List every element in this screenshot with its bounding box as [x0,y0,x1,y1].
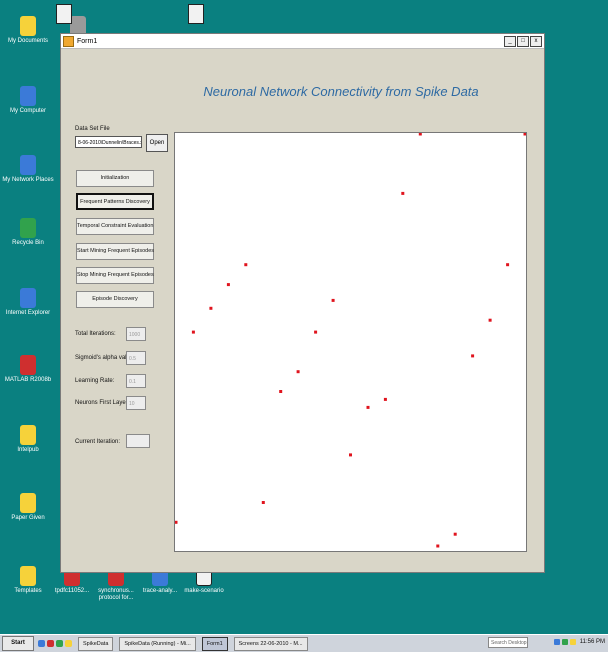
desktop-icon-label: Paper Given [11,515,45,521]
sigmoid-alpha-input[interactable]: 0.5 [126,351,146,365]
maximize-button[interactable]: □ [517,35,529,47]
desktop-icon-label: Internet Explorer [5,310,51,316]
desktop-icon[interactable]: MATLAB R2008b [0,355,56,384]
minimize-button[interactable]: _ [504,35,516,47]
desktop-icon[interactable]: Intelpub [0,425,56,454]
desktop-item-icon [20,425,36,445]
spike-point [453,532,457,536]
desktop-icon-label: MATLAB R2008b [4,377,52,383]
desktop-item-icon [20,493,36,513]
folder-icon[interactable] [65,640,72,647]
app-icon[interactable] [47,640,54,647]
neurons-first-layer-input[interactable]: 10 [126,396,146,410]
spike-point [418,133,422,136]
desktop-icon-label: My Documents [7,38,48,44]
spike-point [279,390,283,393]
taskbar-item-spikedata[interactable]: SpikeData [78,636,114,651]
show-desktop-icon[interactable] [56,640,63,647]
spike-point [523,133,526,136]
spike-point [261,501,265,504]
data-set-file-label: Data Set File [75,126,110,132]
desktop-top-icon[interactable] [188,4,204,24]
quick-launch [38,640,72,647]
desktop-icon[interactable]: Internet Explorer [0,288,56,317]
desktop-item-icon [20,86,36,106]
current-iteration-label: Current Iteration: [75,439,121,445]
taskbar: Start SpikeData SpikeData (Running) - Mi… [0,634,608,652]
spike-plot-area [174,132,527,552]
learning-rate-input[interactable]: 0.1 [126,374,146,388]
desktop-item-icon [20,288,36,308]
spike-point [401,191,405,195]
frequent-patterns-discovery-button[interactable]: Frequent Patterns Discovery [76,193,154,210]
desktop-item-icon [20,16,36,36]
close-button[interactable]: x [530,35,542,47]
spike-point [436,544,440,548]
spike-point [296,370,300,374]
desktop-top-icon[interactable] [56,4,72,24]
desktop-icon-label: trace-analy... [142,588,178,594]
desktop-icon-label: Intelpub [17,447,39,453]
desktop-search-input[interactable]: Search Desktop [488,637,528,648]
desktop-icon[interactable]: My Documents [0,16,56,45]
desktop-icon[interactable]: Recycle Bin [0,218,56,247]
taskbar-item-screens[interactable]: Screens 22-06-2010 - M... [233,636,308,651]
desktop-item-icon [20,355,36,375]
window-titlebar[interactable]: Form1 _ □ x [61,34,544,49]
page-title: Neuronal Network Connectivity from Spike… [203,84,479,99]
system-tray [554,639,576,645]
desktop-item-icon [20,218,36,238]
clock: 11:56 PM [579,639,605,645]
spike-point [349,453,352,457]
desktop-icon[interactable]: My Computer [0,86,56,115]
security-icon[interactable] [570,639,576,645]
start-button[interactable]: Start [2,636,34,651]
window-title: Form1 [77,37,98,45]
taskbar-item-spikedata-running[interactable]: SpikeData (Running) - Mi... [119,636,196,651]
spike-point [244,263,248,267]
desktop-icon-label: Recycle Bin [12,240,44,246]
spike-point [331,298,335,302]
desktop-icon-label: Templates [14,588,42,594]
learning-rate-label: Learning Rate: [75,378,115,384]
spike-point [471,354,475,358]
desktop-icon-label: synchronus... protocol for... [98,588,134,601]
spike-point [209,306,213,310]
form1-window: Form1 _ □ x Neuronal Network Connectivit… [60,33,545,573]
spike-point [175,520,178,524]
desktop-icon-label: tpdfc11052... [54,588,90,594]
episode-discovery-button[interactable]: Episode Discovery [76,291,154,308]
spike-point [226,283,230,287]
initialization-button[interactable]: Initialization [76,170,154,187]
spike-point [191,330,195,334]
data-set-file-input[interactable]: 8-06-2010\Dunnelin\Braces.xlsx [75,136,142,148]
spike-point [366,405,370,409]
desktop-icon-label: My Network Places [2,177,54,183]
start-mining-button[interactable]: Start Mining Frequent Episodes [76,243,154,260]
spike-point [314,330,318,334]
current-iteration-input[interactable] [126,434,150,448]
taskbar-item-form1[interactable]: Form1 [201,636,228,651]
neurons-first-layer-label: Neurons First Layer: [75,400,130,406]
window-controls: _ □ x [504,35,542,47]
volume-icon[interactable] [562,639,568,645]
spike-point [506,263,510,267]
desktop-icon-label: My Computer [9,108,46,114]
desktop-icon[interactable]: My Network Places [0,155,56,184]
total-iterations-input[interactable]: 1000 [126,327,146,341]
temporal-constraint-evaluation-button[interactable]: Temporal Constraint Evaluation [76,218,154,235]
spike-point [383,397,387,401]
total-iterations-label: Total Iterations: [75,331,116,337]
spike-scatter-plot [175,133,526,548]
spike-point [488,318,492,322]
network-icon[interactable] [554,639,560,645]
desktop-item-icon [20,566,36,586]
stop-mining-button[interactable]: Stop Mining Frequent Episodes [76,267,154,284]
open-button[interactable]: Open [146,134,168,152]
form-app-icon [63,35,74,47]
ie-icon[interactable] [38,640,45,647]
desktop-icon-label: make-scenario [184,588,224,594]
desktop-icon[interactable]: Paper Given [0,493,56,522]
desktop-item-icon [20,155,36,175]
